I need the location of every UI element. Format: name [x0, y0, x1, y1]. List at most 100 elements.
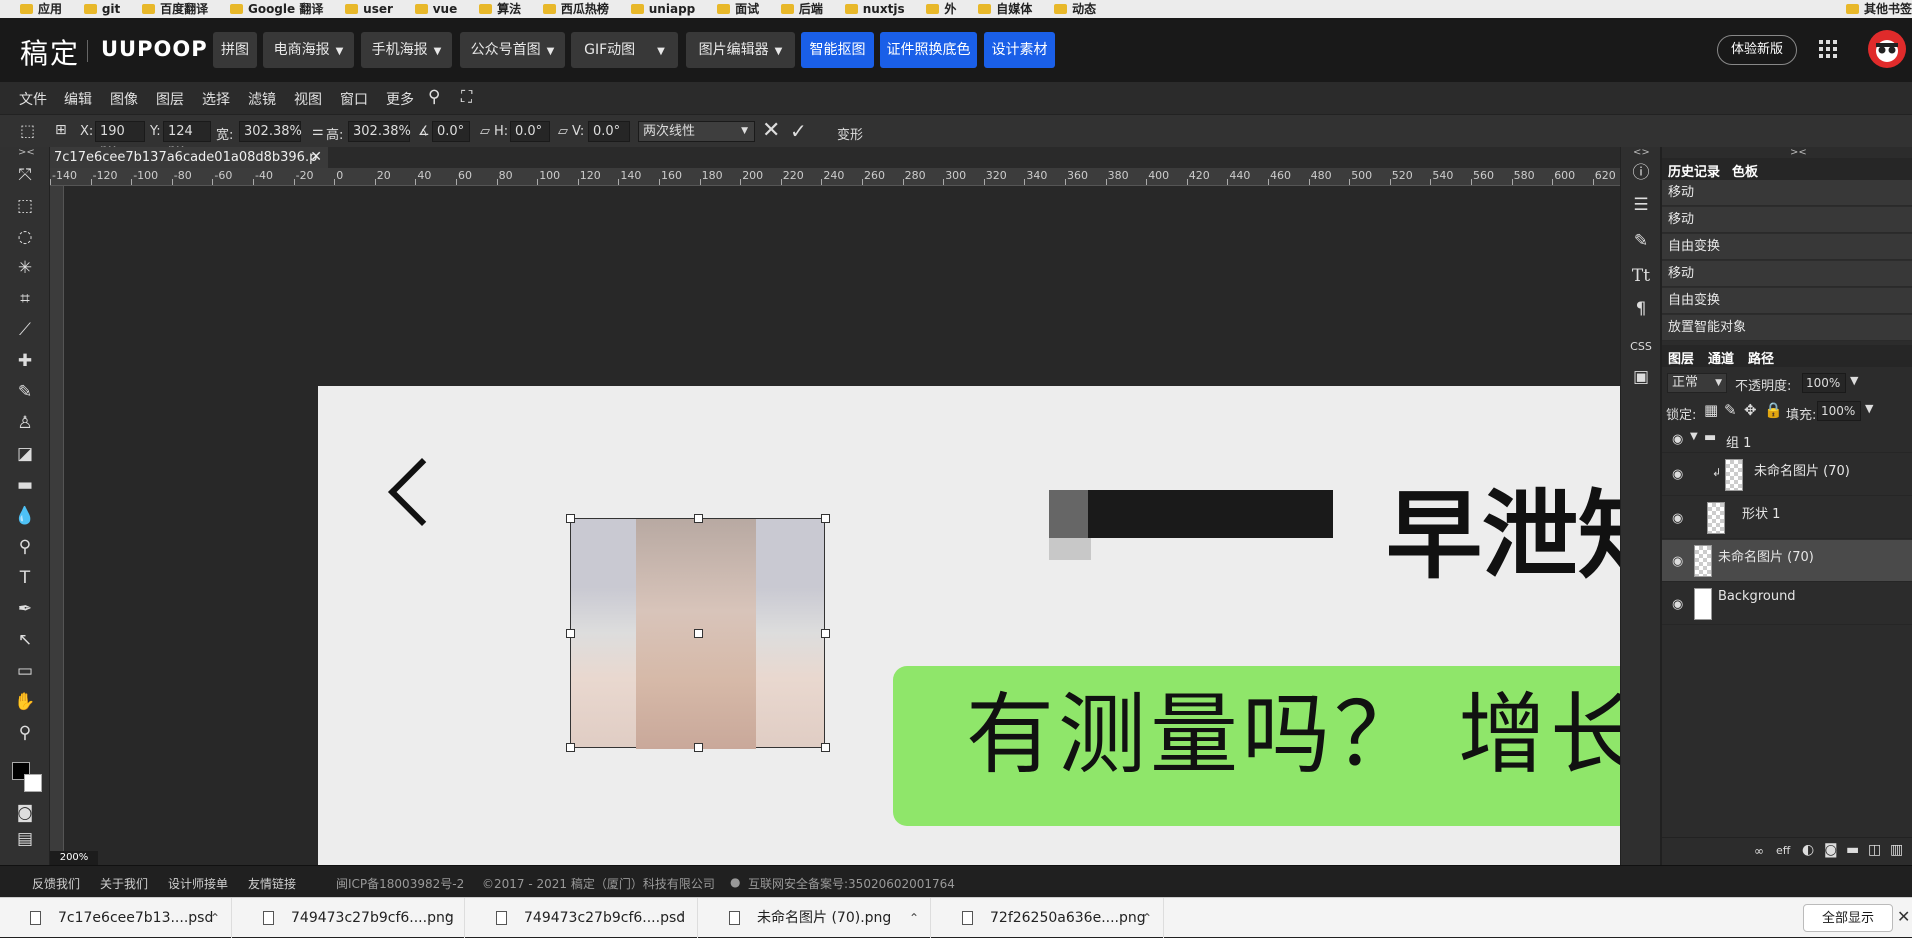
tab-history[interactable]: 历史记录 [1668, 161, 1720, 180]
transform-handle[interactable] [821, 514, 830, 523]
brush-icon[interactable]: ✎ [1629, 229, 1653, 253]
footer-link[interactable]: 反馈我们 [32, 875, 80, 892]
nav-ecommerce-poster[interactable]: 电商海报 ▼ [263, 32, 354, 68]
menu-file[interactable]: 文件 [19, 89, 47, 109]
mask-icon[interactable]: ◙ [1824, 842, 1838, 858]
dodge-tool-icon[interactable]: ⚲ [13, 535, 37, 559]
bookmark[interactable]: uniapp [630, 2, 695, 16]
character-icon[interactable]: Tt [1629, 264, 1653, 288]
blur-tool-icon[interactable]: 💧 [13, 504, 37, 528]
icp-record[interactable]: 闽ICP备18003982号-2 [336, 875, 464, 892]
move-tool-icon[interactable]: ⤧ [13, 163, 37, 187]
reference-point-icon[interactable]: ⊞ [55, 122, 67, 138]
history-item[interactable]: 移动 [1662, 207, 1912, 233]
gradient-tool-icon[interactable]: ▬ [13, 473, 37, 497]
collapse-icon[interactable]: >< [1790, 147, 1807, 158]
pen-tool-icon[interactable]: ✒ [13, 597, 37, 621]
transform-selection[interactable] [566, 514, 830, 752]
transform-handle[interactable] [821, 629, 830, 638]
transform-handle[interactable] [566, 629, 575, 638]
healing-brush-icon[interactable]: ✚ [13, 349, 37, 373]
link-layers-icon[interactable]: ∞ [1754, 844, 1764, 858]
bookmark[interactable]: user [345, 2, 393, 16]
transform-handle[interactable] [566, 514, 575, 523]
layer-row-selected[interactable]: ◉ 未命名图片 (70) [1662, 540, 1912, 582]
transform-handle[interactable] [694, 743, 703, 752]
history-item[interactable]: 移动 [1662, 180, 1912, 206]
lock-position-icon[interactable]: ✥ [1744, 401, 1757, 419]
brush-tool-icon[interactable]: ✎ [13, 380, 37, 404]
history-item[interactable]: 移动 [1662, 261, 1912, 287]
new-layer-icon[interactable]: ◫ [1868, 842, 1881, 858]
download-item[interactable]: 72f26250a636e....png ⌃ [932, 898, 1164, 938]
chevron-up-icon[interactable]: ⌃ [1142, 898, 1152, 938]
trash-icon[interactable]: ▥ [1890, 842, 1903, 858]
menu-edit[interactable]: 编辑 [64, 89, 92, 109]
tab-paths[interactable]: 路径 [1748, 348, 1774, 367]
download-item[interactable]: 749473c27b9cf6....png ⌃ [233, 898, 465, 938]
document-canvas[interactable]: 早泄知 有测量吗？ 增长 [318, 386, 1620, 865]
avatar[interactable] [1868, 30, 1906, 68]
bookmark[interactable]: 动态 [1054, 0, 1096, 17]
menu-more[interactable]: 更多 [386, 89, 414, 109]
bookmark[interactable]: 后端 [780, 0, 823, 17]
quick-mask-icon[interactable]: ◙ [13, 801, 37, 825]
cancel-transform-icon[interactable]: ✕ [762, 118, 780, 143]
lock-all-icon[interactable]: 🔒 [1764, 401, 1783, 419]
bookmark[interactable]: 面试 [717, 0, 759, 17]
bookmark[interactable]: vue [414, 2, 457, 16]
css-icon[interactable]: CSS [1629, 335, 1653, 359]
layer-effects-icon[interactable]: eff [1776, 844, 1790, 857]
background-color-swatch[interactable] [24, 774, 42, 792]
brand-name[interactable]: UUPOOP [101, 37, 208, 61]
eye-icon[interactable]: ◉ [1672, 597, 1683, 612]
history-item[interactable]: 自由变换 [1662, 288, 1912, 314]
x-field[interactable]: 190 px [95, 121, 145, 158]
collapse-icon[interactable]: >< [18, 147, 35, 158]
footer-link[interactable]: 关于我们 [100, 875, 148, 892]
angle-field[interactable]: 0.0° [432, 121, 470, 142]
layer-row[interactable]: ◉ 形状 1 [1662, 497, 1912, 539]
layer-group[interactable]: ◉ ▼ ▬ 组 1 [1662, 427, 1912, 453]
lasso-tool-icon[interactable]: ◌ [13, 225, 37, 249]
collapse-icon[interactable]: <> [1633, 147, 1650, 158]
eye-icon[interactable]: ◉ [1672, 554, 1683, 569]
chevron-up-icon[interactable]: ⌃ [210, 898, 220, 938]
try-new-version-button[interactable]: 体验新版 [1717, 35, 1797, 65]
new-group-icon[interactable]: ▬ [1846, 842, 1859, 858]
bookmark[interactable]: 算法 [479, 0, 521, 17]
nav-smart-cutout[interactable]: 智能抠图 [801, 32, 874, 68]
eye-icon[interactable]: ◉ [1672, 511, 1683, 526]
close-icon[interactable]: ✕ [1897, 907, 1910, 926]
chevron-up-icon[interactable]: ⌃ [443, 898, 453, 938]
hskew-field[interactable]: 0.0° [510, 121, 550, 142]
show-all-button[interactable]: 全部显示 [1803, 904, 1893, 932]
download-item[interactable]: 7c17e6cee7b13....psd ⌃ [0, 898, 232, 938]
interpolation-select[interactable]: 两次线性 ▼ [638, 121, 755, 142]
hand-tool-icon[interactable]: ✋ [13, 690, 37, 714]
adjustment-layer-icon[interactable]: ◐ [1802, 842, 1814, 858]
opacity-field[interactable]: 100% [1802, 373, 1846, 393]
height-field[interactable]: 302.38% [348, 121, 411, 142]
tab-swatches[interactable]: 色板 [1732, 161, 1758, 180]
marquee-tool-icon[interactable]: ⬚ [20, 121, 35, 140]
nav-image-editor[interactable]: 图片编辑器 ▼ [686, 32, 795, 68]
link-icon[interactable]: ⚌ [312, 124, 324, 139]
footer-link[interactable]: 设计师接单 [168, 875, 228, 892]
caret-down-icon[interactable]: ▼ [1865, 402, 1873, 415]
eye-icon[interactable]: ◉ [1672, 432, 1683, 447]
history-item[interactable]: 放置智能对象 [1662, 315, 1912, 341]
apps-grid-icon[interactable] [1819, 40, 1837, 58]
shape-tool-icon[interactable]: ▭ [13, 659, 37, 683]
paragraph-icon[interactable]: ¶ [1629, 297, 1653, 321]
magic-wand-icon[interactable]: ✳ [13, 256, 37, 280]
bookmark[interactable]: 自媒体 [978, 0, 1032, 17]
bookmark[interactable]: 西瓜热榜 [542, 0, 609, 17]
warp-button[interactable]: 变形 [837, 124, 863, 143]
menu-layer[interactable]: 图层 [156, 89, 184, 109]
stamp-tool-icon[interactable]: ♙ [13, 411, 37, 435]
commit-transform-icon[interactable]: ✓ [790, 119, 807, 143]
bookmark[interactable]: 百度翻译 [142, 0, 208, 17]
bookmark-other[interactable]: 其他书签 [1846, 0, 1912, 17]
tab-layers[interactable]: 图层 [1668, 348, 1694, 367]
